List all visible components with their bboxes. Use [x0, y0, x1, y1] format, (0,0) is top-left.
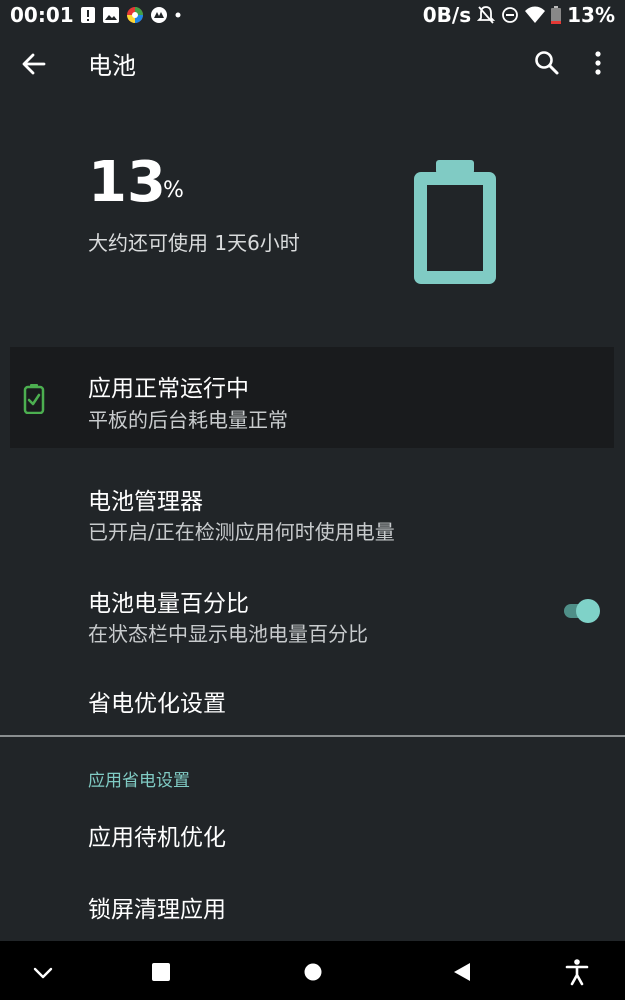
- power-saving-settings-title: 省电优化设置: [88, 691, 226, 717]
- app-color-icon: [127, 7, 143, 23]
- app-standby-item[interactable]: 应用待机优化: [0, 806, 625, 866]
- recents-icon[interactable]: [146, 957, 176, 987]
- battery-header: 13 % 大约还可使用 1天6小时: [0, 94, 625, 344]
- wifi-icon: [525, 6, 546, 23]
- battery-status-icon: [551, 6, 562, 24]
- battery-remaining-time: 大约还可使用 1天6小时: [88, 231, 300, 255]
- lock-screen-cleanup-title: 锁屏清理应用: [88, 897, 226, 923]
- status-card-title: 应用正常运行中: [88, 376, 249, 402]
- app-standby-title: 应用待机优化: [88, 825, 226, 851]
- status-battery-percent: 13%: [567, 3, 615, 27]
- power-saving-settings-item[interactable]: 省电优化设置: [0, 672, 625, 728]
- dot-icon: [175, 12, 181, 18]
- battery-manager-item[interactable]: 电池管理器 已开启/正在检测应用何时使用电量: [0, 470, 625, 554]
- back-icon[interactable]: [448, 957, 478, 987]
- status-right: 0B/s 13%: [423, 3, 615, 27]
- battery-percentage-title: 电池电量百分比: [88, 591, 249, 617]
- battery-ok-icon: [23, 384, 45, 414]
- battery-percent-unit: %: [163, 178, 184, 203]
- net-speed: 0B/s: [422, 3, 472, 27]
- lock-screen-cleanup-item[interactable]: 锁屏清理应用: [0, 878, 625, 938]
- image-icon: [103, 7, 119, 23]
- home-icon[interactable]: [298, 957, 328, 987]
- divider: [0, 735, 625, 737]
- accessibility-icon[interactable]: [562, 957, 592, 987]
- chevron-down-icon[interactable]: [28, 957, 58, 987]
- status-time: 00:01: [10, 3, 74, 27]
- do-not-disturb-icon: [502, 7, 519, 23]
- battery-icon: [414, 160, 496, 284]
- section-label: 应用省电设置: [88, 771, 190, 791]
- battery-percentage-toggle[interactable]: [560, 597, 604, 625]
- battery-percent: 13: [88, 150, 166, 215]
- status-card-subtitle: 平板的后台耗电量正常: [88, 408, 288, 432]
- toggle-thumb: [576, 599, 600, 623]
- battery-manager-subtitle: 已开启/正在检测应用何时使用电量: [88, 520, 395, 544]
- battery-manager-title: 电池管理器: [88, 489, 203, 515]
- navigation-bar: [0, 941, 625, 1000]
- arrow-back-icon[interactable]: [18, 48, 50, 80]
- page-title: 电池: [88, 52, 136, 80]
- app-bar: 电池: [0, 32, 625, 94]
- status-bar: 00:01 0B/s 13%: [0, 0, 625, 32]
- battery-percentage-item[interactable]: 电池电量百分比 在状态栏中显示电池电量百分比: [0, 572, 625, 656]
- alert-icon: [81, 7, 95, 23]
- battery-percentage-subtitle: 在状态栏中显示电池电量百分比: [88, 622, 368, 646]
- search-icon[interactable]: [532, 48, 562, 78]
- mute-notifications-icon: [477, 6, 496, 24]
- more-vert-icon[interactable]: [586, 48, 610, 78]
- app-icon: [151, 7, 167, 23]
- notification-icons: [80, 6, 182, 24]
